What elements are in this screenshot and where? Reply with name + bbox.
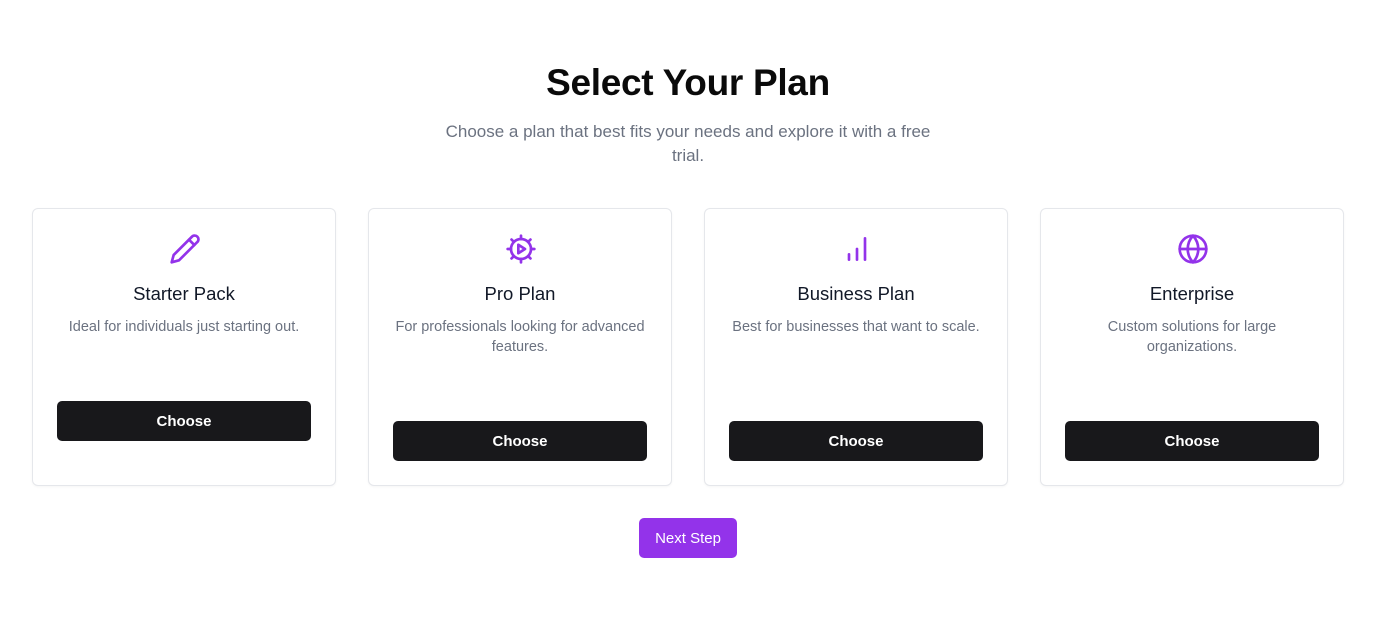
- pencil-icon: [169, 233, 201, 265]
- choose-starter-button[interactable]: Choose: [57, 401, 311, 441]
- plan-description: For professionals looking for advanced f…: [395, 319, 645, 355]
- plan-card-enterprise: Enterprise Custom solutions for large or…: [1040, 208, 1344, 486]
- plan-description: Custom solutions for large organizations…: [1107, 319, 1277, 355]
- plan-name: Starter Pack: [133, 283, 235, 304]
- plan-card-pro: Pro Plan For professionals looking for a…: [368, 208, 672, 486]
- plan-description: Ideal for individuals just starting out.: [68, 319, 300, 335]
- plan-name: Enterprise: [1149, 283, 1235, 304]
- plan-card-business: Business Plan Best for businesses that w…: [704, 208, 1008, 486]
- plan-description: Best for businesses that want to scale.: [732, 319, 980, 335]
- globe-icon: [1177, 233, 1209, 265]
- page-title: Select Your Plan: [546, 62, 830, 103]
- bar-chart-icon: [841, 233, 873, 265]
- choose-enterprise-button[interactable]: Choose: [1065, 421, 1319, 461]
- plan-name: Pro Plan: [484, 283, 556, 304]
- page-subtitle: Choose a plan that best fits your needs …: [445, 122, 931, 165]
- choose-pro-button[interactable]: Choose: [393, 421, 647, 461]
- plan-name: Business Plan: [797, 283, 915, 304]
- plan-card-starter: Starter Pack Ideal for individuals just …: [32, 208, 336, 486]
- plan-selection-page: Select Your Plan Choose a plan that best…: [0, 0, 1376, 622]
- plan-cards: Starter Pack Ideal for individuals just …: [32, 208, 1344, 486]
- next-step-button[interactable]: Next Step: [639, 518, 737, 558]
- choose-business-button[interactable]: Choose: [729, 421, 983, 461]
- gear-play-icon: [505, 233, 537, 265]
